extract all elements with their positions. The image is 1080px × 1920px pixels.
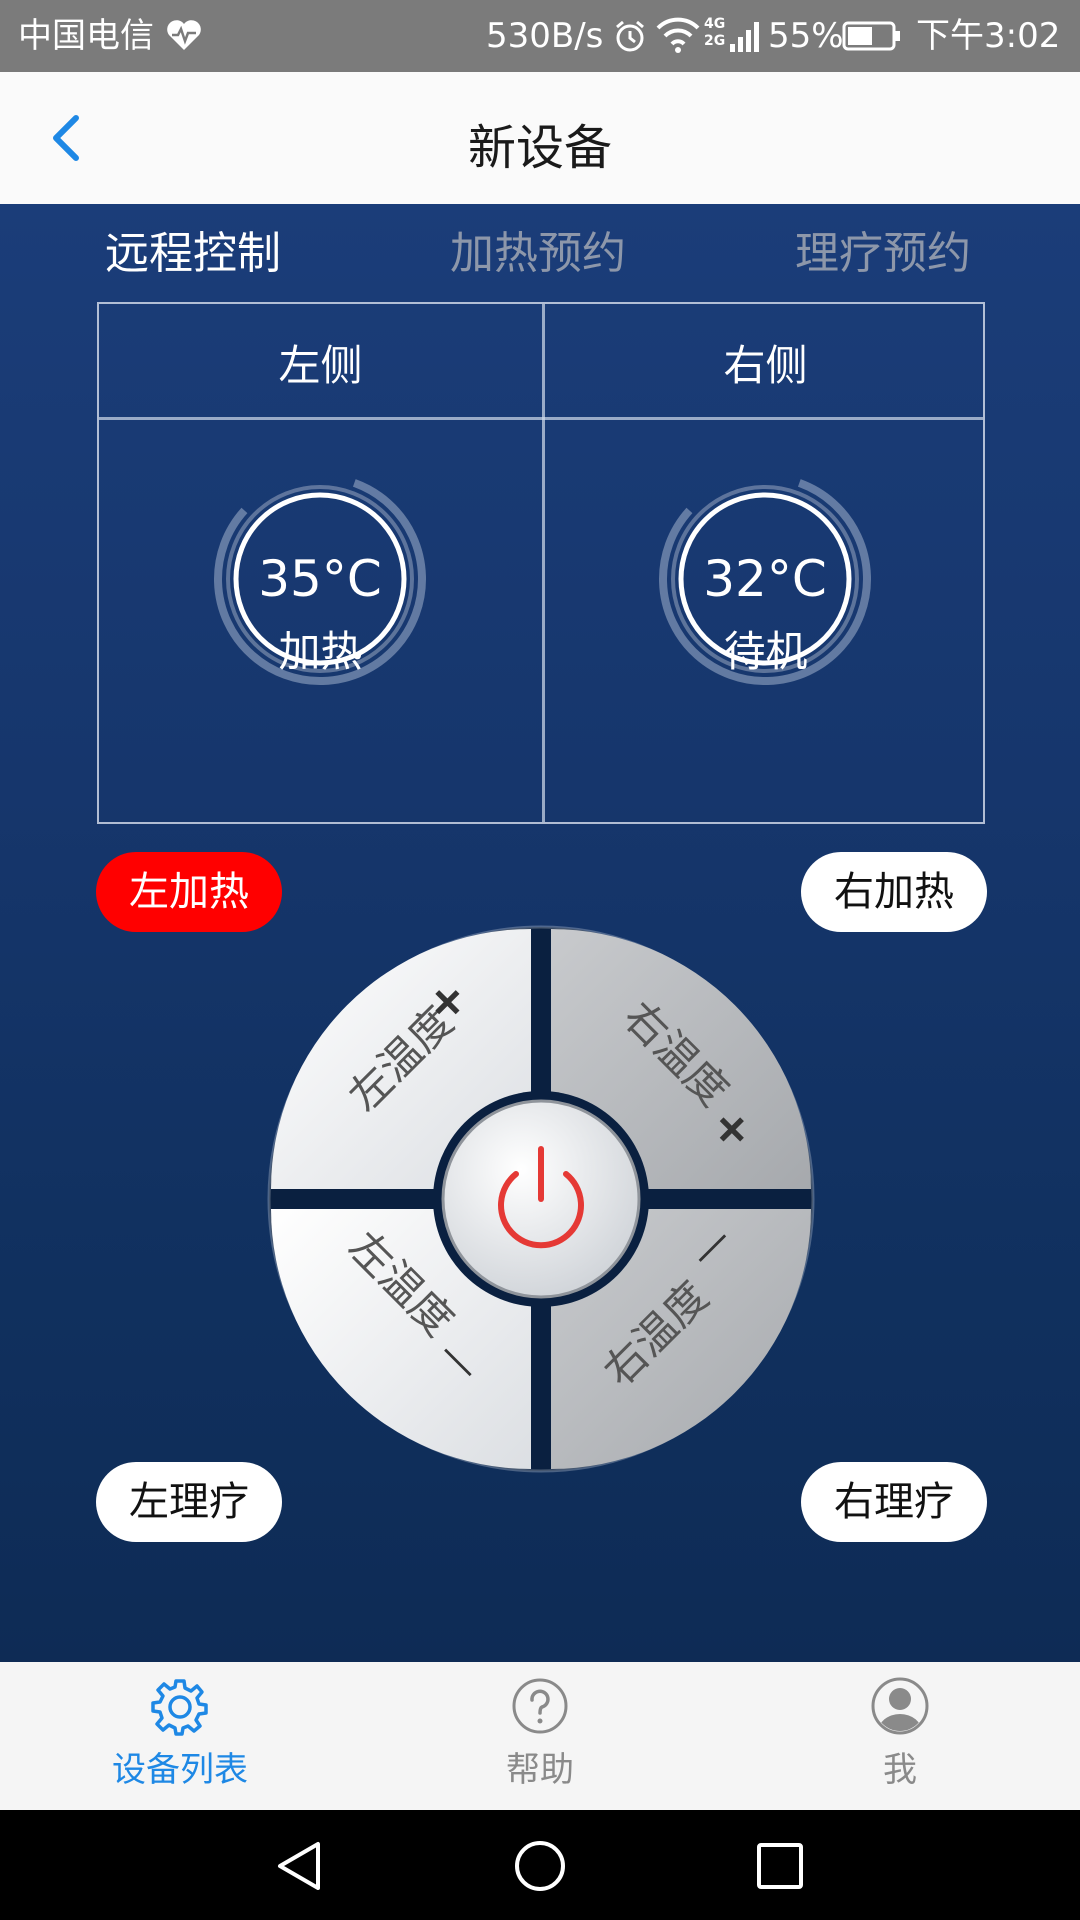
alarm-icon — [616, 20, 644, 52]
network-type: 4G 2G — [704, 16, 726, 49]
right-heat-button[interactable]: 右加热 — [801, 852, 987, 932]
recents-square-icon[interactable] — [752, 1838, 808, 1894]
nav-device-list-label: 设备列表 — [112, 1750, 248, 1790]
wifi-icon — [656, 17, 700, 53]
heart-health-icon — [167, 20, 201, 50]
tab-heating-schedule[interactable]: 加热预约 — [450, 224, 626, 284]
network-speed: 530B/s — [486, 16, 604, 56]
gear-icon — [151, 1679, 208, 1736]
bottom-tab-bar: 设备列表 帮助 我 — [0, 1662, 1080, 1810]
clock: 下午3:02 — [916, 16, 1061, 56]
nav-help-label: 帮助 — [506, 1750, 574, 1790]
left-therapy-button[interactable]: 左理疗 — [96, 1462, 282, 1542]
right-side-label: 右侧 — [723, 341, 808, 390]
card-divider-horizontal — [99, 417, 983, 420]
page-title: 新设备 — [467, 120, 612, 176]
app-header: 新设备 — [0, 72, 1080, 204]
right-state-label: 待机 — [723, 627, 808, 676]
user-icon — [871, 1677, 929, 1735]
nav-me-label: 我 — [883, 1750, 917, 1790]
signal-icon — [730, 22, 759, 52]
left-side-label: 左侧 — [278, 341, 363, 390]
system-navigation-bar — [0, 1810, 1080, 1920]
help-icon — [512, 1678, 568, 1734]
tab-therapy-schedule[interactable]: 理疗预约 — [795, 224, 971, 284]
home-circle-icon[interactable] — [512, 1838, 568, 1894]
status-card: 左侧 右侧 35°C 32°C 加热 待机 — [97, 302, 985, 824]
temperature-control-dial: 左温度 + 右温度 + 左温度 — 右温度 — — [267, 925, 815, 1473]
tab-remote-control[interactable]: 远程控制 — [105, 224, 281, 284]
nav-me[interactable]: 我 — [780, 1676, 1020, 1800]
nav-device-list[interactable]: 设备列表 — [60, 1676, 300, 1800]
battery-percent: 55% — [768, 16, 844, 56]
status-bar: 中国电信 530B/s 4G 2G 55% 下午3:02 — [0, 0, 1080, 72]
power-button[interactable] — [433, 1091, 649, 1307]
right-therapy-button[interactable]: 右理疗 — [801, 1462, 987, 1542]
left-heat-button[interactable]: 左加热 — [96, 852, 282, 932]
remote-control-panel: 远程控制 加热预约 理疗预约 左侧 右侧 35°C 32°C 加热 待机 左加热 — [0, 204, 1080, 1662]
left-state-label: 加热 — [278, 627, 363, 676]
nav-help[interactable]: 帮助 — [420, 1676, 660, 1800]
battery-icon — [842, 21, 900, 51]
back-triangle-icon[interactable] — [272, 1838, 328, 1894]
carrier-label: 中国电信 — [18, 16, 154, 56]
